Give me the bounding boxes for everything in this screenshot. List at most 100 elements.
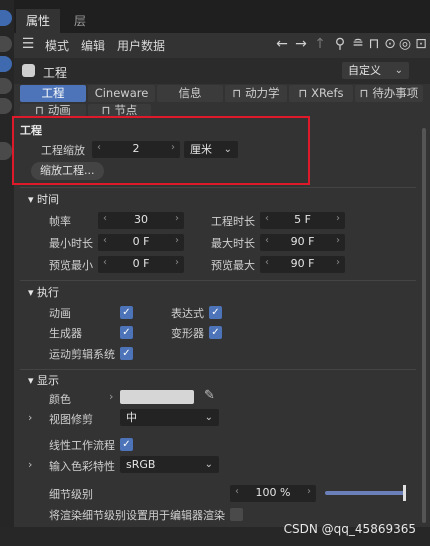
- lock-icon: ⊓: [232, 86, 246, 100]
- lock-icon: ⊓: [35, 104, 48, 116]
- tab-animation[interactable]: ⊓ 动画: [20, 104, 86, 116]
- arrow-right-icon[interactable]: ›: [175, 235, 179, 246]
- tab-xrefs[interactable]: ⊓ XRefs: [289, 85, 353, 102]
- lod-slider-handle[interactable]: [403, 485, 406, 501]
- input-color-profile-label: 输入色彩特性: [49, 460, 115, 473]
- lod-slider-fill: [325, 491, 405, 495]
- divider: [20, 187, 416, 188]
- object-header: 工程 自定义 ⌄: [14, 58, 430, 84]
- check-icon: ✓: [122, 327, 131, 338]
- tab-project[interactable]: 工程: [20, 85, 86, 102]
- search-icon[interactable]: ⚲: [332, 36, 348, 52]
- chevron-right-icon[interactable]: ›: [109, 390, 113, 403]
- left-tool-strip: [0, 0, 14, 546]
- tab-dynamics[interactable]: ⊓ 动力学: [225, 85, 287, 102]
- divider: [20, 280, 416, 281]
- min-time-field[interactable]: ‹ 0 F ›: [98, 234, 184, 251]
- view-clipping-label: 视图修剪: [49, 413, 93, 426]
- arrow-right-icon[interactable]: ›: [175, 257, 179, 268]
- lod-slider[interactable]: [325, 485, 406, 501]
- tab-todo[interactable]: ⊓ 待办事项: [355, 85, 423, 102]
- divider: [20, 369, 416, 370]
- expand-icon[interactable]: ⊡: [413, 36, 429, 52]
- chevron-down-icon: ▾: [28, 193, 38, 206]
- duration-field[interactable]: ‹ 5 F ›: [260, 212, 345, 229]
- tool-icon[interactable]: [0, 10, 12, 26]
- lod-label: 细节级别: [49, 488, 93, 501]
- render-lod-checkbox[interactable]: [230, 508, 243, 521]
- menu-userdata[interactable]: 用户数据: [117, 37, 165, 54]
- generators-label: 生成器: [49, 327, 82, 340]
- linear-workflow-label: 线性工作流程: [49, 439, 115, 452]
- tab-info[interactable]: 信息: [157, 85, 223, 102]
- lock-icon: ⊓: [359, 86, 373, 100]
- lock-icon: ⊓: [101, 104, 115, 116]
- expressions-checkbox[interactable]: ✓: [209, 306, 222, 319]
- section-execute[interactable]: ▾ 执行: [28, 284, 59, 300]
- check-icon: ✓: [211, 307, 220, 318]
- settings-icon[interactable]: ◎: [397, 36, 413, 52]
- max-time-field[interactable]: ‹ 90 F ›: [260, 234, 345, 251]
- back-arrow-icon[interactable]: ←: [274, 36, 290, 52]
- tab-attributes[interactable]: 属性: [16, 9, 61, 33]
- fps-label: 帧率: [49, 215, 71, 228]
- preview-min-value: 0 F: [132, 257, 150, 270]
- scrollbar-thumb[interactable]: [422, 128, 426, 523]
- arrow-right-icon[interactable]: ›: [307, 486, 311, 497]
- tool-icon[interactable]: [0, 78, 12, 94]
- color-swatch[interactable]: [120, 390, 194, 404]
- forward-arrow-icon[interactable]: →: [293, 36, 309, 52]
- chevron-down-icon: ⌄: [204, 412, 213, 423]
- check-icon: ✓: [122, 348, 131, 359]
- motion-system-checkbox[interactable]: ✓: [120, 347, 133, 360]
- highlight-box: [12, 116, 310, 185]
- scrollbar[interactable]: [420, 120, 428, 526]
- section-display[interactable]: ▾ 显示: [28, 372, 59, 388]
- tool-icon[interactable]: [0, 98, 12, 114]
- min-time-value: 0 F: [132, 235, 150, 248]
- filter-icon[interactable]: ≘: [350, 36, 366, 52]
- preset-dropdown[interactable]: 自定义 ⌄: [342, 62, 409, 79]
- generators-checkbox[interactable]: ✓: [120, 326, 133, 339]
- min-time-label: 最小时长: [49, 237, 93, 250]
- page-title: 工程: [43, 66, 68, 80]
- chevron-right-icon[interactable]: ›: [28, 411, 32, 424]
- input-color-profile-dropdown[interactable]: sRGB ⌄: [120, 456, 219, 473]
- check-icon: ✓: [122, 307, 131, 318]
- new-panel-icon[interactable]: ⊙: [382, 36, 398, 52]
- arrow-right-icon[interactable]: ›: [336, 257, 340, 268]
- view-clipping-dropdown[interactable]: 中 ⌄: [120, 409, 219, 426]
- tool-icon[interactable]: [0, 36, 12, 52]
- watermark: CSDN @qq_45869365: [283, 522, 416, 536]
- tool-icon[interactable]: [0, 56, 12, 72]
- up-arrow-icon[interactable]: ↑: [312, 36, 328, 52]
- section-time[interactable]: ▾ 时间: [28, 191, 59, 207]
- menu-edit[interactable]: 编辑: [81, 37, 105, 54]
- menu-mode[interactable]: 模式: [45, 37, 69, 54]
- arrow-right-icon[interactable]: ›: [175, 213, 179, 224]
- tab-layers[interactable]: 层: [64, 9, 96, 33]
- mode-tabs: 工程 Cineware 信息 ⊓ 动力学 ⊓ XRefs ⊓ 待办事项 ⊓ 动画…: [14, 84, 430, 120]
- input-color-profile-value: sRGB: [126, 458, 156, 471]
- deformers-label: 变形器: [171, 327, 204, 340]
- fps-field[interactable]: ‹ 30 ›: [98, 212, 184, 229]
- chevron-down-icon: ▾: [28, 374, 38, 387]
- tab-nodes[interactable]: ⊓ 节点: [88, 104, 151, 116]
- eyedropper-icon[interactable]: ✎: [204, 388, 215, 403]
- toolbar: ☰ 模式 编辑 用户数据 ← → ↑ ⚲ ≘ ⊓ ⊙ ◎ ⊡: [14, 33, 430, 56]
- tab-cineware[interactable]: Cineware: [88, 85, 155, 102]
- arrow-right-icon[interactable]: ›: [336, 213, 340, 224]
- chevron-right-icon[interactable]: ›: [28, 458, 32, 471]
- preview-min-label: 预览最小: [49, 259, 93, 272]
- view-clipping-value: 中: [126, 411, 137, 424]
- preview-min-field[interactable]: ‹ 0 F ›: [98, 256, 184, 273]
- lod-field[interactable]: ‹ 100 % ›: [230, 485, 316, 502]
- tool-icon[interactable]: [0, 142, 12, 160]
- arrow-right-icon[interactable]: ›: [336, 235, 340, 246]
- linear-workflow-checkbox[interactable]: ✓: [120, 438, 133, 451]
- preview-max-field[interactable]: ‹ 90 F ›: [260, 256, 345, 273]
- menu-icon[interactable]: ☰: [20, 36, 36, 52]
- animation-checkbox[interactable]: ✓: [120, 306, 133, 319]
- lock-icon[interactable]: ⊓: [366, 36, 382, 52]
- deformers-checkbox[interactable]: ✓: [209, 326, 222, 339]
